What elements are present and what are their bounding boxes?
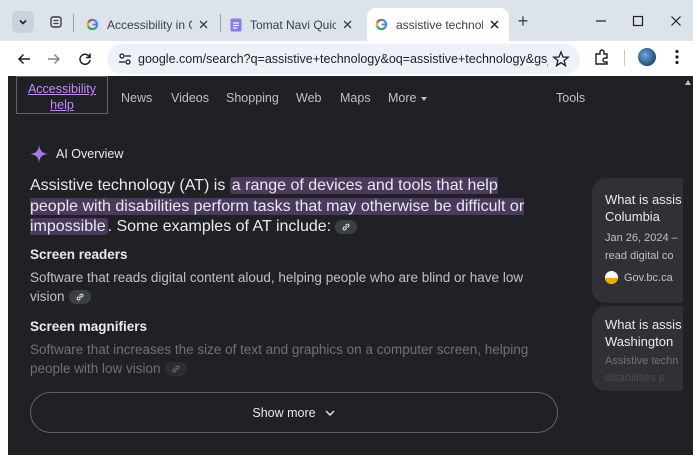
source-card-bc[interactable]: What is assis Columbia Jan 26, 2024 – re… [592, 178, 693, 303]
tab-groups-button[interactable] [44, 10, 68, 34]
section-body-screen-magnifiers: Software that increases the size of text… [30, 340, 550, 378]
google-icon [86, 18, 99, 31]
show-more-label: Show more [252, 405, 316, 420]
chevron-down-icon [325, 410, 335, 416]
tab-tomat-navi[interactable]: Tomat Navi Quick S [222, 8, 362, 41]
search-results-page: Accessibility help News Videos Shopping … [8, 76, 693, 455]
new-tab-button[interactable]: + [510, 8, 536, 34]
profile-avatar[interactable] [638, 48, 656, 66]
tab-close-button[interactable] [487, 18, 501, 32]
source-card-snippet-line2: disabilities p [605, 372, 665, 384]
source-link-button[interactable] [164, 362, 187, 377]
maximize-icon [632, 15, 644, 27]
tab-accessibility-in-google[interactable]: Accessibility in Goo [78, 8, 218, 41]
source-link-button[interactable] [335, 219, 358, 234]
caret-down-icon [421, 96, 428, 101]
source-link-button[interactable] [68, 290, 91, 305]
sparkle-icon [30, 145, 48, 163]
tab-web[interactable]: Web [296, 91, 321, 105]
bookmark-star-icon[interactable] [552, 50, 570, 68]
browser-toolbar: google.com/search?q=assistive+technology… [0, 41, 693, 76]
tab-strip: Accessibility in Goo Tomat Navi Quick S … [0, 0, 693, 41]
close-icon [490, 20, 498, 29]
close-window-button[interactable] [663, 8, 689, 34]
tab-separator [73, 14, 74, 32]
tab-groups-icon [50, 16, 62, 28]
forward-button[interactable] [42, 47, 66, 71]
source-card-site-name: Gov.bc.ca [624, 271, 673, 284]
source-card-title-line2: Washington [605, 334, 674, 349]
section-body-text: Software that increases the size of text… [30, 342, 529, 376]
tools-button[interactable]: Tools [556, 91, 585, 105]
tab-close-button[interactable] [196, 18, 210, 32]
tab-shopping[interactable]: Shopping [226, 91, 279, 105]
link-icon [172, 366, 179, 373]
tab-title: Tomat Navi Quick S [250, 17, 336, 32]
link-icon [76, 294, 83, 301]
url-text: google.com/search?q=assistive+technology… [138, 52, 548, 66]
close-icon [199, 20, 207, 29]
docs-icon [230, 18, 242, 31]
tab-search-button[interactable] [12, 11, 34, 33]
source-card-title: What is assis [605, 192, 682, 207]
google-icon [375, 18, 388, 31]
gov-bc-logo-icon [605, 271, 618, 284]
source-card-title: What is assis [605, 317, 682, 332]
page-scrollbar[interactable] [683, 76, 693, 455]
accessibility-help-link[interactable]: Accessibility help [16, 76, 108, 114]
tab-more-label: More [388, 91, 417, 105]
source-card-snippet: read digital co [605, 250, 674, 262]
minimize-icon [596, 20, 606, 22]
ai-overview-header: AI Overview [30, 145, 123, 163]
section-title-screen-magnifiers: Screen magnifiers [30, 319, 148, 334]
tab-close-button[interactable] [340, 18, 354, 32]
source-card-washington[interactable]: What is assis Washington Assistive techn… [592, 306, 693, 391]
reload-icon [79, 53, 91, 66]
toolbar-separator [624, 50, 625, 66]
source-card-site: Gov.bc.ca [605, 271, 673, 284]
arrow-left-icon [17, 53, 30, 65]
more-vert-icon[interactable] [670, 48, 684, 66]
back-button[interactable] [12, 47, 36, 71]
tab-title: assistive technolog [396, 17, 483, 32]
intro-tail: . Some examples of AT include: [107, 218, 332, 235]
address-bar[interactable]: google.com/search?q=assistive+technology… [107, 44, 580, 74]
tab-videos[interactable]: Videos [171, 91, 209, 105]
intro-text: Assistive technology (AT) is [30, 177, 230, 194]
tab-maps[interactable]: Maps [340, 91, 371, 105]
source-card-snippet: Assistive techn [605, 355, 679, 367]
ai-overview-intro: Assistive technology (AT) is a range of … [30, 176, 550, 238]
scroll-up-icon[interactable] [685, 80, 691, 85]
source-card-date: Jan 26, 2024 – [605, 232, 678, 244]
close-icon [671, 16, 681, 26]
tab-assistive-technology[interactable]: assistive technolog [367, 8, 509, 41]
reload-button[interactable] [73, 47, 97, 71]
tab-more[interactable]: More [388, 91, 428, 105]
tab-news[interactable]: News [121, 91, 152, 105]
tab-title: Accessibility in Goo [107, 17, 192, 32]
site-info-icon[interactable] [117, 51, 133, 67]
plus-icon: + [517, 10, 529, 31]
close-icon [343, 20, 351, 29]
ai-overview-label: AI Overview [56, 147, 124, 161]
chevron-down-icon [19, 19, 27, 25]
section-body-screen-readers: Software that reads digital content alou… [30, 268, 550, 306]
window-bottom-edge [0, 455, 693, 464]
source-card-title-line2: Columbia [605, 209, 660, 224]
show-more-button[interactable]: Show more [30, 392, 558, 433]
minimize-button[interactable] [588, 8, 614, 34]
arrow-right-icon [48, 53, 61, 65]
section-body-text: Software that reads digital content alou… [30, 270, 524, 304]
link-icon [342, 223, 350, 231]
section-title-screen-readers: Screen readers [30, 247, 128, 262]
maximize-button[interactable] [625, 8, 651, 34]
extensions-icon[interactable] [592, 47, 612, 67]
tab-separator [220, 14, 221, 32]
